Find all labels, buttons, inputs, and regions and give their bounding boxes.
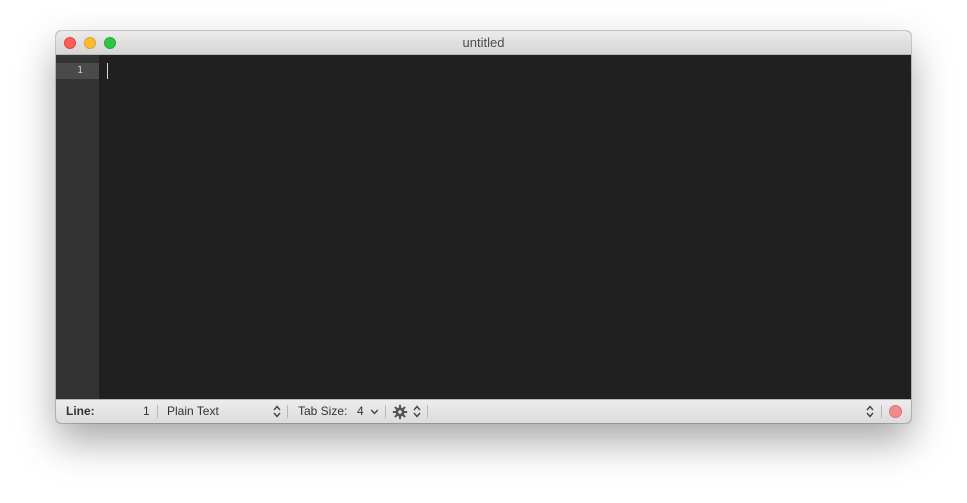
language-popup[interactable]: Plain Text xyxy=(167,400,219,423)
gear-updown-icon[interactable] xyxy=(413,404,421,419)
status-separator xyxy=(157,405,158,418)
text-editor-area[interactable] xyxy=(99,55,911,399)
symbol-updown-icon[interactable] xyxy=(866,404,874,419)
status-separator xyxy=(427,405,428,418)
minimize-window-button[interactable] xyxy=(84,37,96,49)
language-updown-icon[interactable] xyxy=(273,404,281,419)
editor-window: untitled 1 Line: 1 Plain Text Tab Size: … xyxy=(56,31,911,423)
zoom-window-button[interactable] xyxy=(104,37,116,49)
line-number: 1 xyxy=(76,65,83,76)
current-line-highlight: 1 xyxy=(56,63,99,79)
tab-size-label[interactable]: Tab Size: xyxy=(298,400,347,423)
status-separator xyxy=(287,405,288,418)
macro-record-button[interactable] xyxy=(889,405,902,418)
title-bar[interactable]: untitled xyxy=(56,31,911,55)
line-label: Line: xyxy=(66,404,95,418)
status-separator xyxy=(385,405,386,418)
line-value[interactable]: 1 xyxy=(143,400,150,423)
chevron-down-icon[interactable] xyxy=(370,404,379,419)
line-number-gutter[interactable]: 1 xyxy=(56,55,99,399)
close-window-button[interactable] xyxy=(64,37,76,49)
gear-icon[interactable] xyxy=(392,404,408,420)
window-title: untitled xyxy=(462,35,505,50)
status-bar: Line: 1 Plain Text Tab Size: 4 xyxy=(56,399,911,423)
text-caret xyxy=(107,63,108,79)
status-separator xyxy=(881,405,882,418)
tab-size-value[interactable]: 4 xyxy=(357,400,364,423)
